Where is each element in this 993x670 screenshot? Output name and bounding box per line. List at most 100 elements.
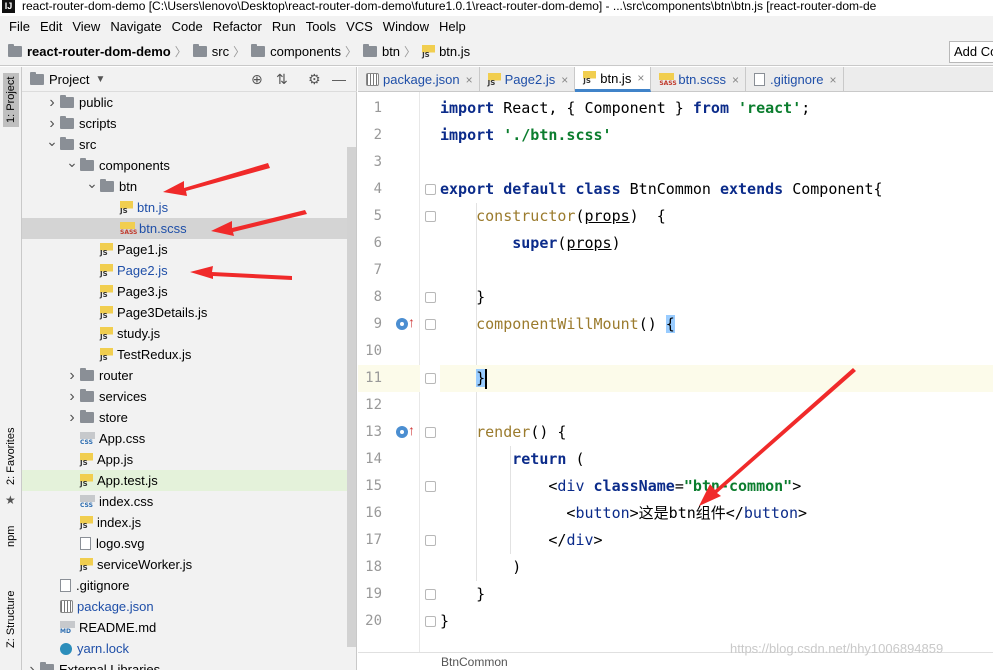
close-icon[interactable]: × [637, 71, 644, 85]
chevron-right-icon[interactable]: › [44, 115, 60, 133]
tree-item-app-test-js[interactable]: JS App.test.js [22, 470, 347, 491]
breadcrumb-project[interactable]: react-router-dom-demo [8, 44, 171, 59]
fold-icon[interactable] [425, 319, 436, 330]
menu-file[interactable]: File [4, 16, 35, 38]
close-icon[interactable]: × [732, 73, 739, 87]
breadcrumb-components[interactable]: components [251, 44, 341, 59]
chevron-right-icon[interactable]: › [24, 661, 40, 670]
breadcrumb-src[interactable]: src [192, 44, 229, 59]
fold-icon[interactable] [425, 211, 436, 222]
tree-item-serviceworker-js[interactable]: JS serviceWorker.js [22, 554, 347, 575]
code-line[interactable] [440, 392, 993, 419]
tab-gitignore[interactable]: .gitignore × [746, 67, 844, 92]
fold-icon[interactable] [425, 373, 436, 384]
chevron-right-icon[interactable]: › [64, 409, 80, 427]
chevron-right-icon[interactable]: › [64, 367, 80, 385]
tool-tab-structure[interactable]: Z: Structure [3, 587, 19, 652]
code-line[interactable]: render() { [440, 419, 993, 446]
fold-icon[interactable] [425, 292, 436, 303]
tree-scrollbar[interactable] [347, 147, 356, 647]
fold-icon[interactable] [425, 427, 436, 438]
tree-item-app-js[interactable]: JS App.js [22, 449, 347, 470]
code-line[interactable] [440, 149, 993, 176]
menu-edit[interactable]: Edit [35, 16, 67, 38]
code-line[interactable]: } [440, 365, 993, 392]
tree-item-btn[interactable]: ⌄ btn [22, 175, 347, 197]
code-line[interactable]: } [440, 284, 993, 311]
tool-tab-npm[interactable]: npm [3, 522, 19, 551]
tree-item-yarn-lock[interactable]: yarn.lock [22, 638, 347, 659]
code-line[interactable]: } [440, 581, 993, 608]
code-line[interactable] [440, 257, 993, 284]
close-icon[interactable]: × [466, 73, 473, 87]
tool-tab-project[interactable]: 1: Project [3, 72, 19, 127]
tree-item-services[interactable]: › services [22, 386, 347, 407]
code-line[interactable]: import './btn.scss' [440, 122, 993, 149]
code-line[interactable]: componentWillMount() { [440, 311, 993, 338]
collapse-all-icon[interactable]: ⇅ [276, 71, 288, 88]
tree-item-page3details-js[interactable]: JS Page3Details.js [22, 302, 347, 323]
menu-code[interactable]: Code [167, 16, 208, 38]
code-line[interactable]: ) [440, 554, 993, 581]
tab-package-json[interactable]: package.json × [358, 67, 480, 92]
tab-page2-js[interactable]: JS Page2.js × [480, 67, 576, 92]
locate-icon[interactable]: ⊕ [251, 71, 263, 88]
menu-view[interactable]: View [67, 16, 105, 38]
fold-icon[interactable] [425, 616, 436, 627]
code-line[interactable] [440, 338, 993, 365]
dropdown-arrow-icon[interactable]: ▼ [95, 74, 105, 85]
add-configuration-button[interactable]: Add Co [949, 41, 993, 63]
code-line[interactable]: </div> [440, 527, 993, 554]
fold-icon[interactable] [425, 535, 436, 546]
menu-window[interactable]: Window [378, 16, 434, 38]
chevron-down-icon[interactable]: ⌄ [64, 154, 80, 171]
code-line[interactable]: super(props) [440, 230, 993, 257]
override-marker-icon[interactable] [396, 426, 408, 438]
close-icon[interactable]: × [830, 73, 837, 87]
code-view[interactable]: import React, { Component } from 'react'… [440, 92, 993, 652]
chevron-right-icon[interactable]: › [64, 388, 80, 406]
override-marker-icon[interactable] [396, 318, 408, 330]
fold-icon[interactable] [425, 184, 436, 195]
tree-item-public[interactable]: › public [22, 92, 347, 113]
code-line[interactable]: <button>这是btn组件</button> [440, 500, 993, 527]
tree-item-page2-js[interactable]: JS Page2.js [22, 260, 347, 281]
project-view-selector[interactable]: Project [49, 72, 89, 87]
tree-item-study-js[interactable]: JS study.js [22, 323, 347, 344]
chevron-right-icon[interactable]: › [44, 94, 60, 112]
tree-item-src[interactable]: ⌄ src [22, 133, 347, 155]
overrides-up-arrow-icon[interactable]: ↑ [408, 314, 415, 330]
overrides-up-arrow-icon[interactable]: ↑ [408, 422, 415, 438]
menu-refactor[interactable]: Refactor [208, 16, 267, 38]
tree-item-page1-js[interactable]: JS Page1.js [22, 239, 347, 260]
tree-item-page3-js[interactable]: JS Page3.js [22, 281, 347, 302]
tree-item-router[interactable]: › router [22, 365, 347, 386]
fold-icon[interactable] [425, 481, 436, 492]
chevron-down-icon[interactable]: ⌄ [44, 133, 60, 150]
tree-item-logo-svg[interactable]: logo.svg [22, 533, 347, 554]
code-line[interactable]: constructor(props) { [440, 203, 993, 230]
tree-item-components[interactable]: ⌄ components [22, 154, 347, 176]
code-line[interactable]: return ( [440, 446, 993, 473]
code-line[interactable]: } [440, 608, 993, 635]
tree-item-btn-js[interactable]: JS btn.js [22, 197, 347, 218]
menu-run[interactable]: Run [267, 16, 301, 38]
chevron-down-icon[interactable]: ⌄ [84, 175, 100, 192]
code-line[interactable]: import React, { Component } from 'react'… [440, 95, 993, 122]
menu-navigate[interactable]: Navigate [105, 16, 166, 38]
tab-btn-js[interactable]: JS btn.js × [575, 67, 652, 92]
tree-item-btn-scss[interactable]: SASS btn.scss [22, 218, 347, 239]
tree-item-package-json[interactable]: package.json [22, 596, 347, 617]
menu-vcs[interactable]: VCS [341, 16, 378, 38]
fold-icon[interactable] [425, 589, 436, 600]
close-icon[interactable]: × [561, 73, 568, 87]
tree-item-readme-md[interactable]: MD README.md [22, 617, 347, 638]
tab-btn-scss[interactable]: SASS btn.scss × [651, 67, 747, 92]
tree-item-index-css[interactable]: CSS index.css [22, 491, 347, 512]
tool-tab-favorites[interactable]: 2: Favorites [3, 424, 19, 489]
breadcrumb-btn[interactable]: btn [362, 44, 400, 59]
tree-item-testredux-js[interactable]: JS TestRedux.js [22, 344, 347, 365]
tree-item-external-libraries[interactable]: › External Libraries [22, 659, 347, 670]
tree-item-gitignore[interactable]: .gitignore [22, 575, 347, 596]
hide-panel-icon[interactable]: — [332, 71, 346, 87]
